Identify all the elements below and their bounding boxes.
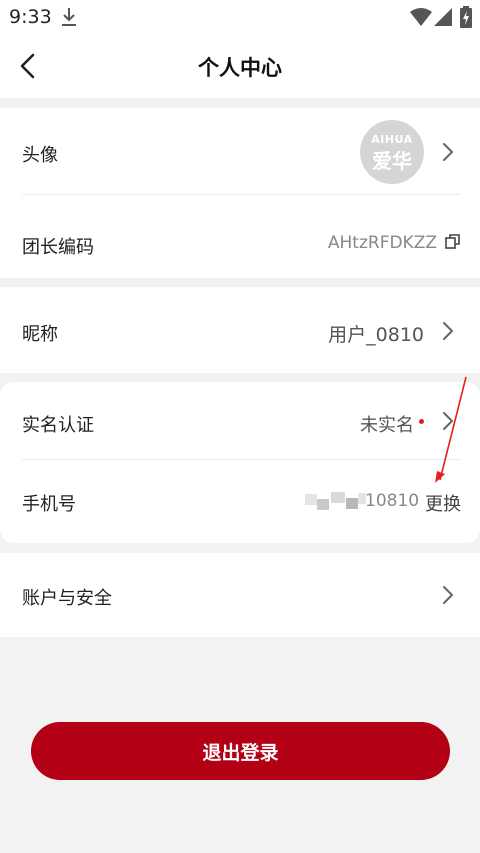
- battery-icon: [460, 6, 472, 28]
- nickname-card: 昵称 用户_0810: [0, 287, 480, 373]
- change-phone-link[interactable]: 更换: [425, 490, 461, 516]
- chevron-right-icon: [443, 586, 453, 604]
- phone-mask: [346, 498, 358, 509]
- phone-value: 10810: [365, 491, 420, 511]
- account-security-card: 账户与安全: [0, 553, 480, 637]
- leader-code-label: 团长编码: [22, 237, 94, 258]
- page-title: 个人中心: [198, 56, 282, 80]
- logout-button[interactable]: 退出登录: [31, 722, 450, 780]
- chevron-right-icon: [443, 322, 453, 340]
- phone-mask: [305, 494, 317, 505]
- chevron-right-icon: [443, 412, 453, 430]
- phone-mask: [317, 499, 329, 510]
- account-security-row[interactable]: 账户与安全: [0, 553, 480, 637]
- leader-code-row: 团长编码 AHtzRFDKZZ: [0, 195, 480, 278]
- phone-mask: [331, 492, 345, 503]
- phone-label: 手机号: [22, 494, 76, 515]
- nickname-label: 昵称: [22, 324, 58, 345]
- download-icon: [62, 8, 76, 26]
- copy-icon[interactable]: [445, 234, 460, 249]
- verification-label: 实名认证: [22, 415, 94, 436]
- unverified-dot: [419, 419, 424, 424]
- avatar-logo-main: 爱华: [372, 149, 412, 173]
- wifi-icon: [410, 8, 432, 26]
- header-bar: 个人中心: [0, 34, 480, 98]
- verification-row[interactable]: 实名认证 未实名: [0, 382, 480, 459]
- avatar-row[interactable]: 头像 AIHUA 爱华: [0, 108, 480, 194]
- status-time: 9:33: [9, 6, 52, 28]
- nickname-row[interactable]: 昵称 用户_0810: [0, 287, 480, 373]
- avatar: AIHUA 爱华: [360, 120, 424, 184]
- verification-status: 未实名: [360, 415, 414, 436]
- leader-code-value: AHtzRFDKZZ: [327, 233, 437, 253]
- avatar-label: 头像: [22, 145, 58, 166]
- cell-signal-icon: [434, 8, 452, 26]
- identity-card: 实名认证 未实名 手机号 10810 更换: [0, 382, 480, 543]
- account-security-label: 账户与安全: [22, 588, 112, 609]
- status-bar: 9:33: [0, 0, 480, 34]
- chevron-right-icon: [443, 143, 453, 161]
- phone-row: 手机号 10810 更换: [0, 460, 480, 543]
- profile-card: 头像 AIHUA 爱华 团长编码 AHtzRFDKZZ: [0, 108, 480, 278]
- nickname-value: 用户_0810: [328, 324, 424, 346]
